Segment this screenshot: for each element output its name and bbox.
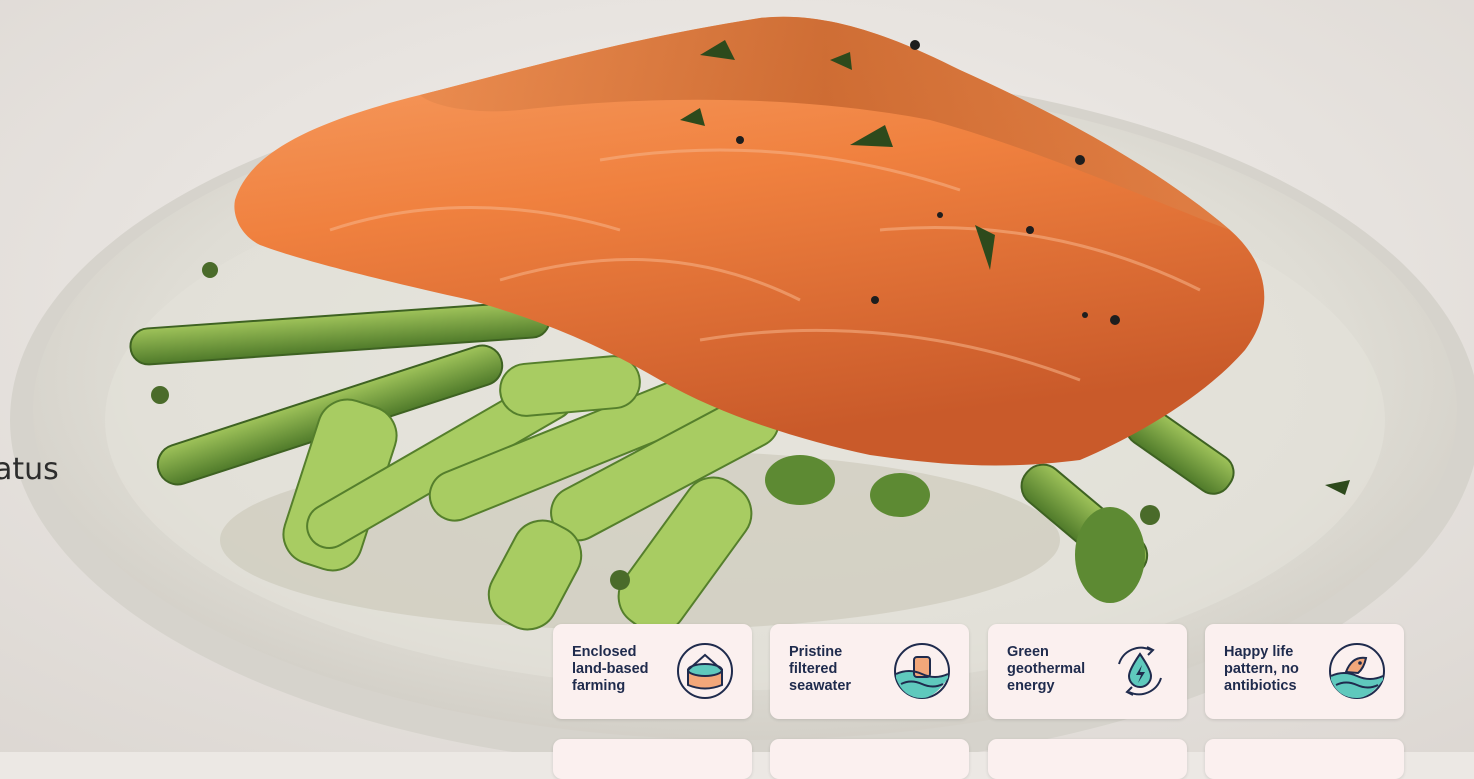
badge-geothermal-energy: Green geothermal energy bbox=[988, 624, 1187, 719]
badge-lower-3 bbox=[988, 739, 1187, 779]
geothermal-energy-icon bbox=[1118, 646, 1162, 696]
badge-label: Happy life pattern, no antibiotics bbox=[1224, 644, 1299, 694]
badge-label: Pristine filtered seawater bbox=[789, 644, 852, 694]
fish-waves-icon bbox=[1329, 643, 1385, 699]
badge-label: Enclosed land-based farming bbox=[572, 644, 649, 694]
badge-filtered-seawater: Pristine filtered seawater bbox=[770, 624, 969, 719]
partial-side-text: atus bbox=[0, 452, 59, 487]
tank-icon bbox=[677, 643, 733, 699]
badge-enclosed-farming: Enclosed land-based farming bbox=[553, 624, 752, 719]
badge-happy-life: Happy life pattern, no antibiotics bbox=[1205, 624, 1404, 719]
badge-lower-2 bbox=[770, 739, 969, 779]
seawater-icon bbox=[894, 643, 950, 699]
badge-lower-4 bbox=[1205, 739, 1404, 779]
badge-lower-1 bbox=[553, 739, 752, 779]
badge-label: Green geothermal energy bbox=[1007, 644, 1086, 694]
